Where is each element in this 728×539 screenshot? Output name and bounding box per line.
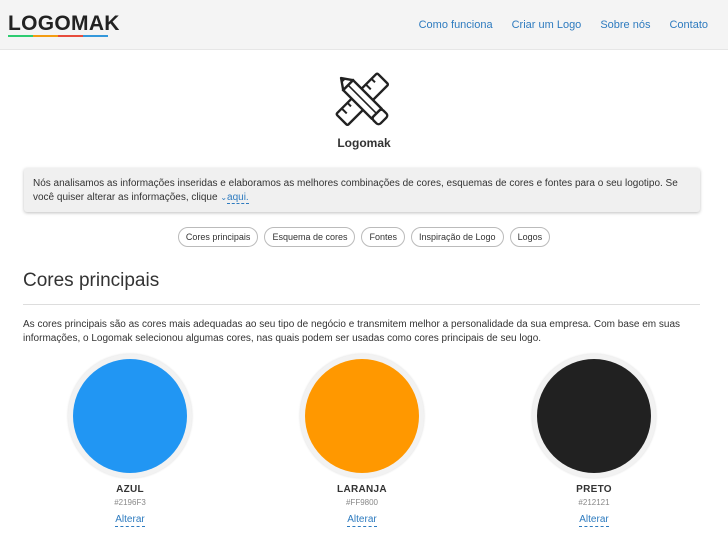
- color-name: AZUL: [116, 484, 144, 495]
- underline-segment-2: [33, 35, 58, 37]
- navbar: LOGOMAK Como funciona Criar um Logo Sobr…: [0, 0, 728, 50]
- color-circle-laranja: [305, 359, 419, 473]
- section-description: As cores principais são as cores mais ad…: [23, 319, 681, 344]
- color-circle-preto: [537, 359, 651, 473]
- chevron-down-icon: ⌄: [220, 193, 228, 202]
- section-divider: [23, 304, 700, 305]
- color-hex: #212121: [578, 498, 610, 507]
- nav-link-como-funciona[interactable]: Como funciona: [419, 18, 493, 32]
- nav-links: Como funciona Criar um Logo Sobre nós Co…: [419, 18, 708, 32]
- color-ring: [300, 354, 424, 478]
- underline-segment-4: [83, 35, 108, 37]
- info-edit-link[interactable]: aqui.: [227, 192, 249, 204]
- nav-link-contato[interactable]: Contato: [669, 18, 708, 32]
- color-circle-azul: [73, 359, 187, 473]
- color-card-azul: AZUL #2196F3 Alterar: [68, 354, 192, 527]
- info-text: Nós analisamos as informações inseridas …: [33, 178, 678, 203]
- color-hex: #FF9800: [345, 498, 379, 507]
- pill-logos[interactable]: Logos: [509, 227, 551, 247]
- company-name: Logomak: [337, 136, 391, 150]
- brand-logo[interactable]: LOGOMAK: [8, 13, 120, 35]
- color-card-laranja: LARANJA #FF9800 Alterar: [300, 354, 424, 527]
- alterar-button-preto[interactable]: Alterar: [579, 514, 609, 527]
- pencil-ruler-icon: [335, 72, 390, 127]
- alterar-button-laranja[interactable]: Alterar: [347, 514, 377, 527]
- section-title: Cores principais: [23, 270, 160, 291]
- pill-esquema-de-cores[interactable]: Esquema de cores: [264, 227, 356, 247]
- color-hex: #2196F3: [114, 498, 146, 507]
- section-pills: Cores principais Esquema de cores Fontes…: [0, 227, 728, 247]
- alterar-button-azul[interactable]: Alterar: [115, 514, 145, 527]
- brand-underline: [8, 35, 108, 37]
- color-card-preto: PRETO #212121 Alterar: [532, 354, 656, 527]
- pill-fontes[interactable]: Fontes: [361, 227, 405, 247]
- color-name: PRETO: [576, 484, 612, 495]
- color-name: LARANJA: [337, 484, 387, 495]
- underline-segment-3: [58, 35, 83, 37]
- color-ring: [68, 354, 192, 478]
- pill-inspiracao-de-logo[interactable]: Inspiração de Logo: [411, 227, 504, 247]
- color-ring: [532, 354, 656, 478]
- info-box: Nós analisamos as informações inseridas …: [24, 168, 700, 212]
- underline-segment-1: [8, 35, 33, 37]
- nav-link-criar-logo[interactable]: Criar um Logo: [512, 18, 582, 32]
- pill-cores-principais[interactable]: Cores principais: [177, 227, 259, 247]
- nav-link-sobre-nos[interactable]: Sobre nós: [600, 18, 650, 32]
